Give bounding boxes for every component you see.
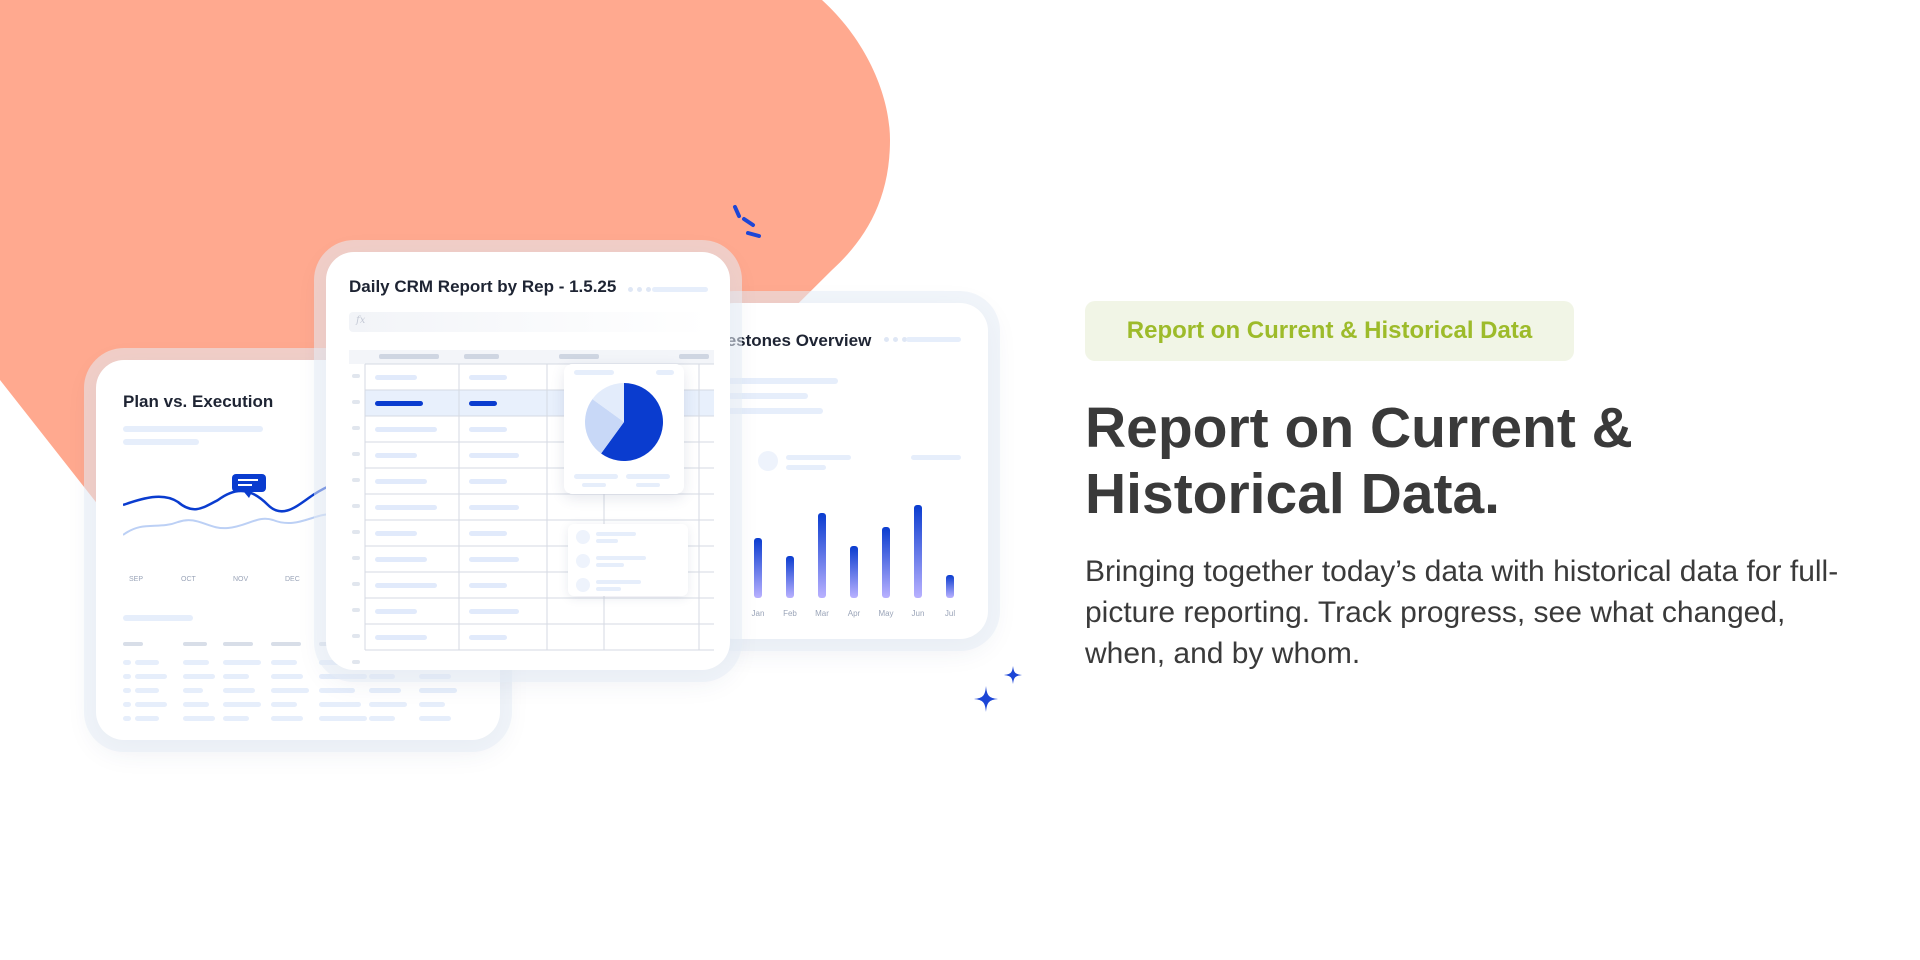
comment-icon — [232, 474, 266, 498]
burst-icon — [733, 205, 761, 238]
card-title: Plan vs. Execution — [123, 392, 274, 411]
toolbar-dots — [884, 337, 907, 342]
toolbar-dots — [628, 287, 651, 292]
formula-icon: fx — [356, 315, 366, 326]
card-title: lestones Overview — [722, 331, 872, 350]
description: Bringing together today’s data with hist… — [1085, 555, 1839, 670]
placeholder-line — [786, 455, 851, 460]
month-label: DEC — [285, 576, 300, 583]
placeholder-line — [574, 474, 618, 479]
placeholder-line — [123, 615, 193, 621]
pie-chart — [585, 383, 663, 461]
placeholder-line — [786, 465, 826, 470]
placeholder-line — [123, 426, 263, 432]
bar-jul — [946, 575, 954, 598]
bar-jan — [754, 538, 762, 598]
section-tag: Report on Current & Historical Data — [1085, 301, 1574, 361]
headline-line-2: Historical Data. — [1085, 462, 1500, 526]
tick-label: Mar — [815, 609, 829, 618]
tick-label: Apr — [848, 609, 861, 618]
tick-label: Jul — [945, 609, 955, 618]
month-label: OCT — [181, 576, 196, 583]
daily-crm-report-card: Daily CRM Report by Rep - 1.5.25 fx — [326, 252, 730, 670]
placeholder-line — [652, 287, 708, 292]
bar-feb — [786, 556, 794, 598]
placeholder-line — [911, 455, 961, 460]
tick-label: Feb — [783, 609, 797, 618]
placeholder-line — [728, 408, 823, 414]
bar-jun — [914, 505, 922, 598]
placeholder-line — [906, 337, 961, 342]
placeholder-line — [636, 483, 660, 487]
bar-apr — [850, 546, 858, 598]
placeholder-line — [728, 378, 838, 384]
headline: Report on Current & Historical Data. — [1085, 395, 1865, 527]
placeholder-line — [656, 370, 674, 375]
placeholder-line — [582, 483, 606, 487]
headline-line-1: Report on Current & — [1085, 396, 1633, 460]
list-popup — [568, 524, 688, 596]
tick-label: May — [878, 609, 893, 618]
bar-chart: Jan Feb Mar Apr May Jun Jul — [752, 505, 955, 618]
placeholder-line — [574, 370, 614, 375]
month-label: NOV — [233, 576, 249, 583]
bar-may — [882, 527, 890, 598]
tick-label: Jun — [912, 609, 925, 618]
placeholder-line — [728, 393, 808, 399]
bar-mar — [818, 513, 826, 598]
month-label: SEP — [129, 576, 144, 583]
placeholder-line — [123, 439, 199, 445]
milestones-overview-card: lestones Overview Jan Feb Mar Apr May Jun Jul — [706, 303, 988, 639]
formula-bar[interactable]: fx — [349, 312, 709, 332]
placeholder-line — [626, 474, 670, 479]
card-title: Daily CRM Report by Rep - 1.5.25 — [349, 277, 617, 296]
sparkle-icon — [974, 666, 1022, 712]
legend-dot — [758, 451, 778, 471]
pie-popup — [564, 364, 684, 494]
tick-label: Jan — [752, 609, 765, 618]
